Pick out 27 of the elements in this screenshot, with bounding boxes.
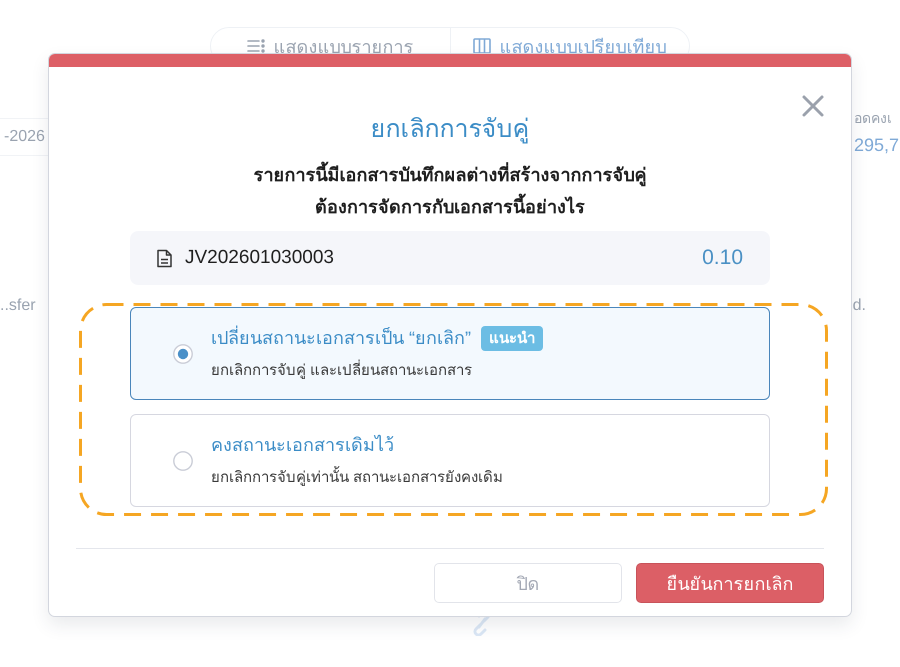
- option-title: เปลี่ยนสถานะเอกสารเป็น “ยกเลิก”: [211, 325, 471, 351]
- option-card[interactable]: เปลี่ยนสถานะเอกสารเป็น “ยกเลิก” แนะนำ ยกเลิกการจับคู่ และเปลี่ยนสถานะเอกสาร: [130, 307, 770, 400]
- row-text: d.: [852, 296, 866, 316]
- view-tab[interactable]: แสดงแบบเปรียบเทียบ: [450, 28, 689, 64]
- radio-button[interactable]: [173, 344, 193, 364]
- view-tab[interactable]: แสดงแบบรายการ: [211, 28, 450, 64]
- dialog-message: ต้องการจัดการกับเอกสารนี้อย่างไร: [315, 191, 585, 223]
- option-description: ยกเลิกการจับคู่ และเปลี่ยนสถานะเอกสาร: [211, 360, 472, 382]
- columns-icon: [473, 38, 492, 54]
- dialog-message: รายการนี้มีเอกสารบันทึกผลต่างที่สร้างจากการจับคู่: [254, 159, 646, 191]
- option-tag: แนะนำ: [481, 326, 543, 350]
- column-label: อดคงเ: [854, 109, 892, 127]
- dialog-title: ยกเลิกการจับคู่: [370, 114, 530, 145]
- radio-button[interactable]: [173, 450, 193, 470]
- close-button[interactable]: [801, 94, 825, 118]
- option-description: ยกเลิกการจับคู่เท่านั้น สถานะเอกสารยังคงเดิม: [211, 467, 504, 489]
- option-card[interactable]: คงสถานะเอกสารเดิมไว้ ยกเลิกการจับคู่เท่านั้น สถานะเอกสารยังคงเดิม: [130, 414, 770, 507]
- amount-text: 295,7: [854, 134, 900, 157]
- document-number: JV202601030003: [185, 247, 335, 269]
- confirm-button[interactable]: ยืนยันการยกเลิก: [636, 563, 824, 603]
- close-icon: [801, 94, 825, 118]
- dismiss-button[interactable]: ปิด: [434, 563, 622, 603]
- row-text: ..sfer: [0, 296, 36, 316]
- document-icon: [157, 248, 172, 268]
- amount-text: 0.10: [702, 246, 743, 270]
- list-icon: [247, 38, 266, 54]
- option-title: คงสถานะเอกสารเดิมไว้: [211, 434, 394, 457]
